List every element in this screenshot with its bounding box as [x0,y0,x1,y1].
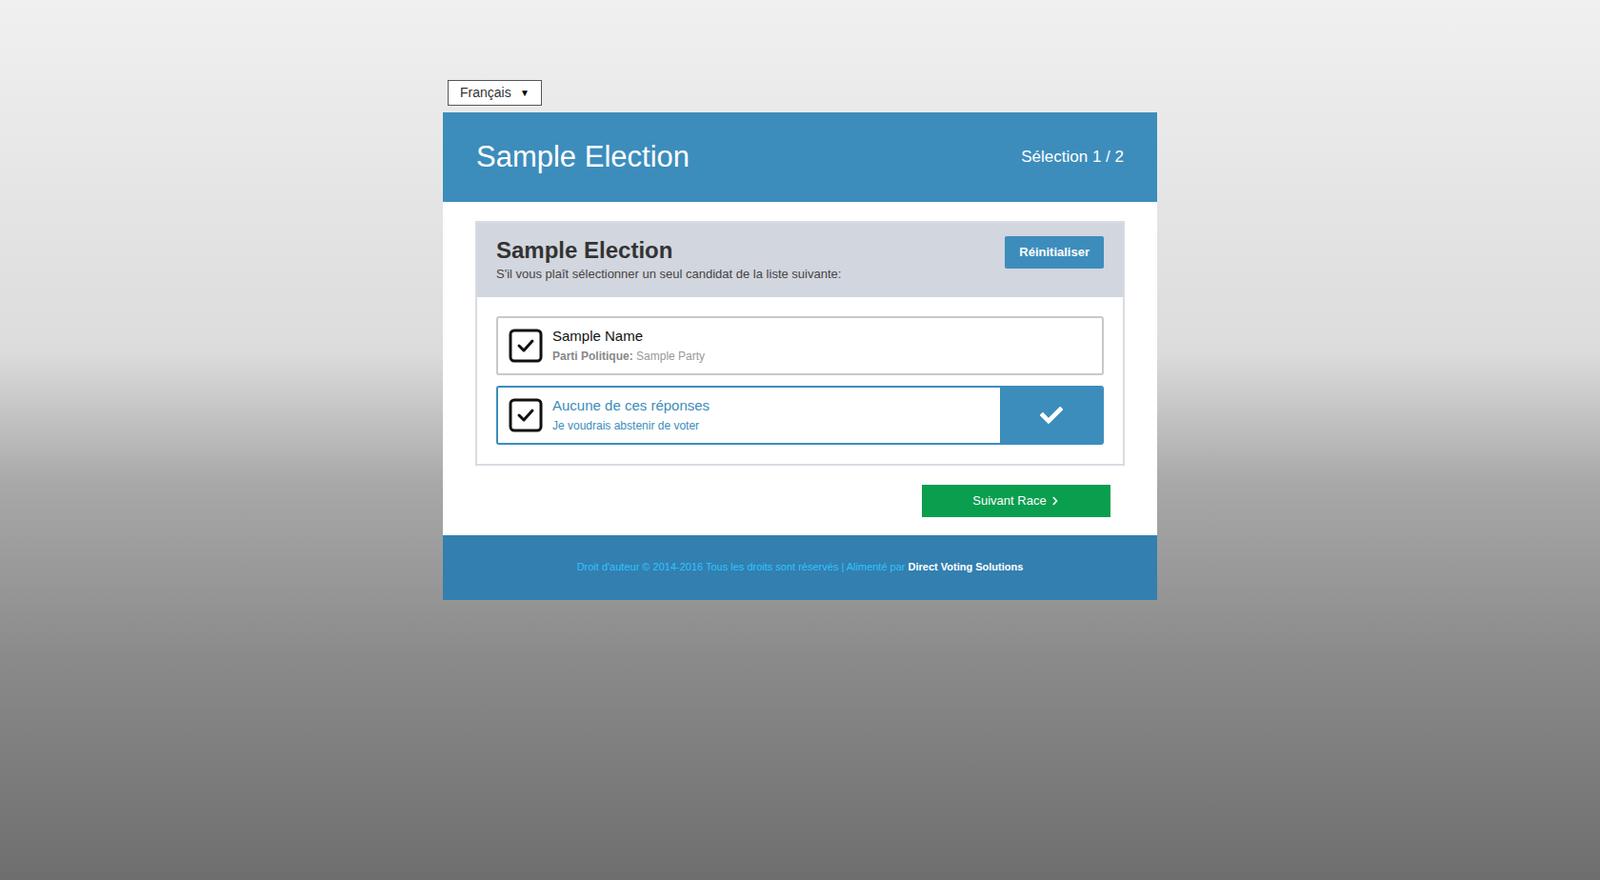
header: Sample Election Sélection 1 / 2 [442,112,1158,202]
race-header: Sample ElectionS'il vous plaît sélection… [477,222,1123,298]
race-title: Sample Election [496,236,841,265]
chevron-right-icon [1050,496,1060,506]
candidate-option[interactable]: Sample NameParti Politique: Sample Party [496,316,1104,376]
candidate-option[interactable]: Aucune de ces réponsesJe voudrais absten… [496,385,1104,445]
option-detail: Parti Politique: Sample Party [552,347,705,365]
content: Sample ElectionS'il vous plaît sélection… [442,201,1158,536]
footer-brand[interactable]: Direct Voting Solutions [908,560,1024,573]
page: Français▼Sample ElectionSélection 1 / 2S… [0,0,1600,880]
selected-marker [1000,387,1102,443]
option-detail: Je voudrais abstenir de voter [552,417,710,435]
option-name: Aucune de ces réponses [552,395,710,418]
option-name: Sample Name [552,325,705,348]
next-button[interactable]: Suivant Race [921,484,1111,518]
election-title: Sample Election [476,135,690,180]
voting-panel: Français▼Sample ElectionSélection 1 / 2S… [442,80,1158,600]
check-icon [1040,403,1063,427]
progress-label: Sélection 1 / 2 [1020,144,1124,170]
race-instruction: S'il vous plaît sélectionner un seul can… [496,264,841,284]
dropdown-arrow-icon: ▼ [520,85,530,100]
language-select[interactable]: Français▼ [447,80,542,106]
footer-text: Droit d'auteur © 2014-2016 Tous les droi… [577,559,1024,576]
checkbox-icon [508,328,543,363]
footer: Droit d'auteur © 2014-2016 Tous les droi… [442,535,1158,600]
checkbox-icon [508,398,543,433]
reset-button[interactable]: Réinitialiser [1004,236,1104,269]
options-list: Sample NameParti Politique: Sample Party… [477,297,1123,464]
race-box: Sample ElectionS'il vous plaît sélection… [475,220,1125,466]
